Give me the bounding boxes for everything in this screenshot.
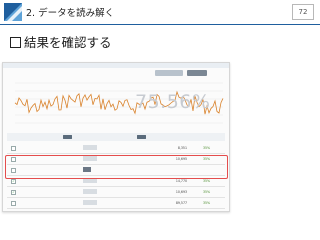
header-tag [137, 134, 146, 139]
row-percent: 35% [203, 179, 211, 183]
header-tag [63, 134, 72, 139]
screenshot-toolbar [3, 63, 229, 68]
row-checkbox[interactable] [11, 146, 16, 151]
row-checkbox[interactable]: ✓ [11, 190, 16, 195]
table-row[interactable]: 89,577 35% [7, 198, 225, 208]
row-mini-bar [83, 189, 97, 194]
row-value: 10,693 [175, 190, 187, 194]
row-value: 89,577 [175, 201, 187, 205]
analytics-screenshot: 75.56% 8,351 35% 10,695 35% ✓ 14,770 35% ✓ 10,69… [2, 62, 230, 212]
table-row[interactable]: 8,351 35% [7, 143, 225, 153]
square-bullet-icon [10, 37, 21, 48]
conversion-percent: 75.56% [135, 91, 211, 113]
highlight-box [5, 155, 228, 179]
company-logo-icon [4, 3, 22, 21]
row-percent: 35% [203, 146, 211, 150]
row-value: 8,351 [177, 146, 187, 150]
section-heading: 結果を確認する [10, 32, 112, 51]
row-mini-bar [83, 145, 97, 150]
table-header [7, 133, 225, 141]
screenshot-button-light[interactable] [155, 70, 183, 76]
slide-title: 2. データを読み解く [26, 8, 115, 19]
row-value: 14,770 [175, 179, 187, 183]
page-number: 72 [292, 4, 314, 20]
row-checkbox[interactable]: ✓ [11, 179, 16, 184]
section-heading-text: 結果を確認する [24, 35, 112, 50]
row-percent: 35% [203, 190, 211, 194]
row-checkbox[interactable] [11, 201, 16, 206]
row-divider [7, 208, 225, 209]
row-percent: 35% [203, 201, 211, 205]
screenshot-button-dark[interactable] [187, 70, 207, 76]
table-row[interactable]: ✓ 10,693 35% [7, 187, 225, 197]
row-mini-bar [83, 200, 97, 205]
slide-header: 2. データを読み解く 72 [0, 0, 320, 25]
